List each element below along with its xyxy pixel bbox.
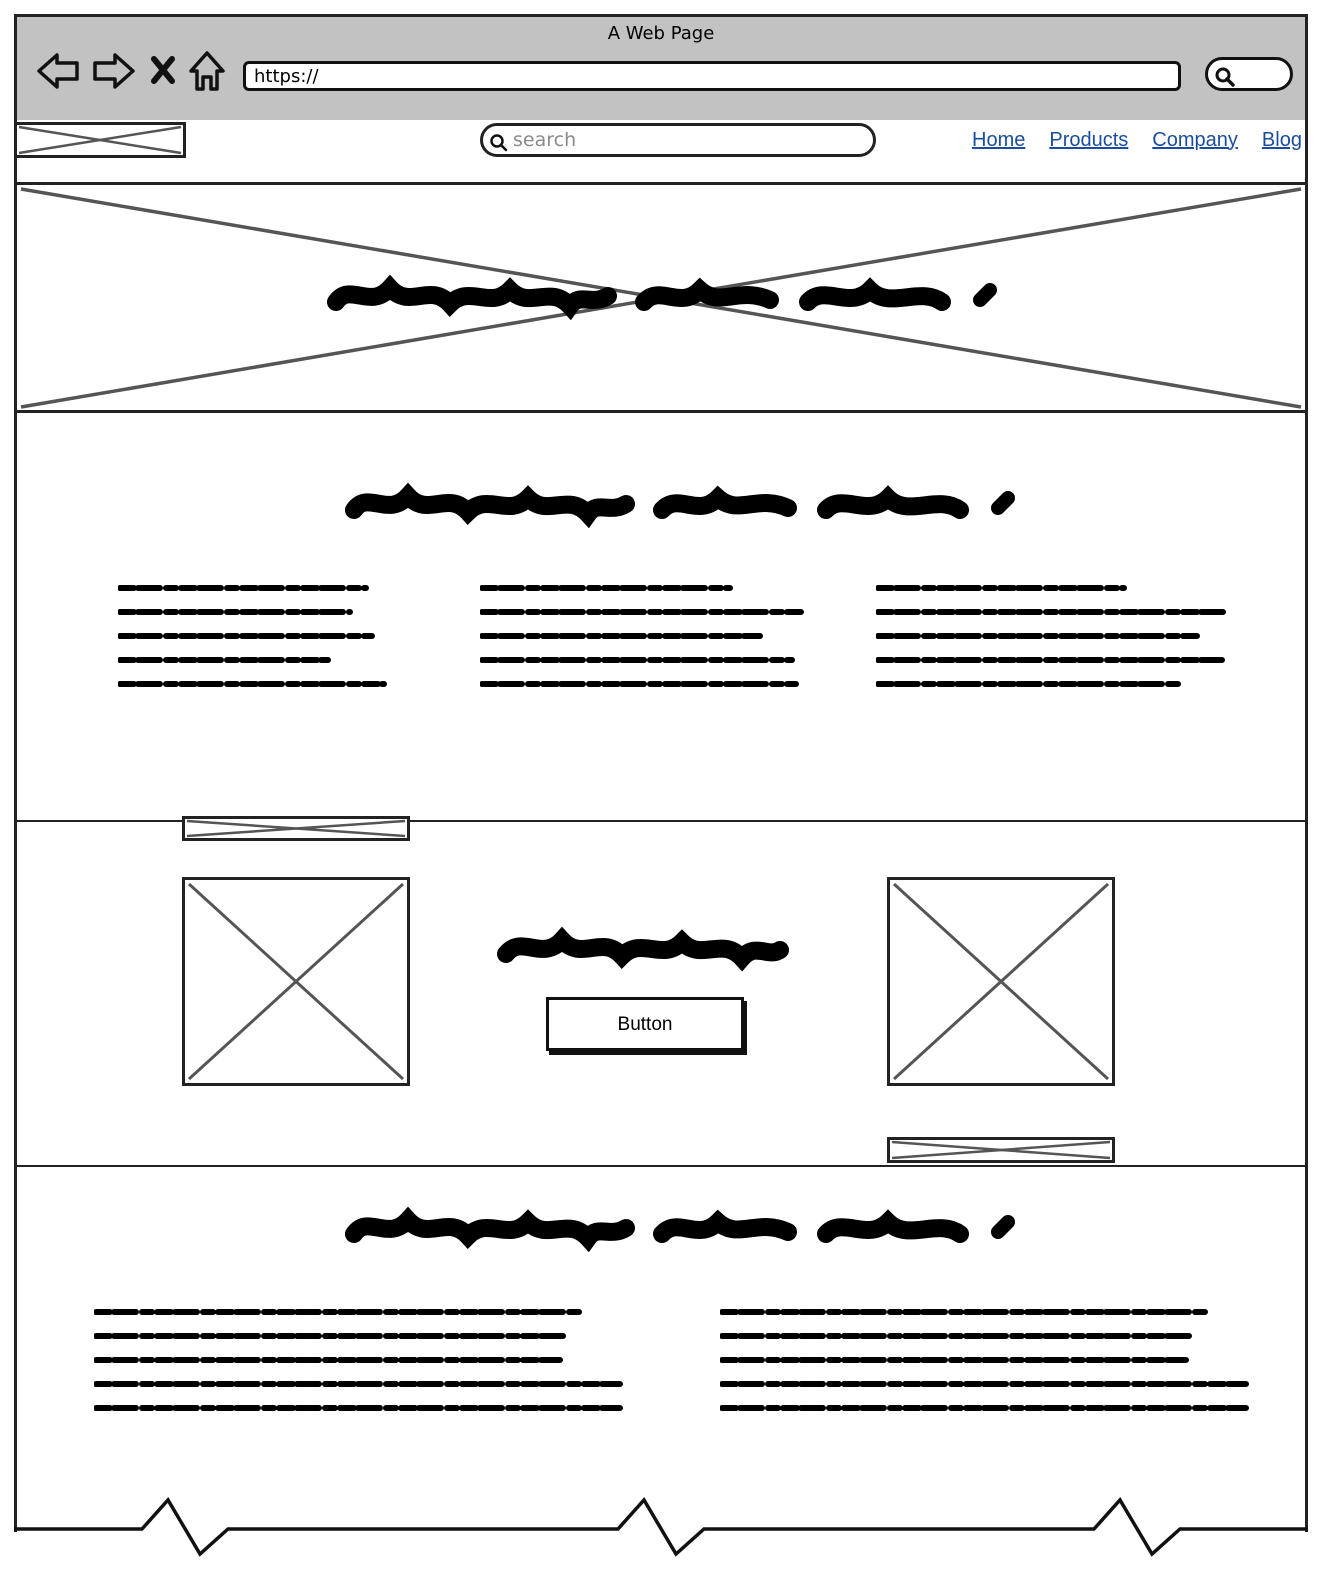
text-block-scribble [480, 580, 806, 692]
torn-page-edge [0, 1490, 1327, 1570]
main-nav: Home Products Company Blog [960, 124, 1308, 156]
back-arrow-icon[interactable] [35, 49, 83, 93]
logo-placeholder[interactable] [14, 122, 186, 158]
section-divider [14, 1165, 1308, 1167]
cta-button[interactable]: Button [546, 997, 744, 1051]
close-icon[interactable] [145, 49, 181, 93]
text-block-scribble [876, 580, 1230, 692]
image-caption-placeholder [887, 1137, 1115, 1163]
forward-arrow-icon[interactable] [89, 49, 137, 93]
browser-search-field[interactable] [1205, 57, 1293, 91]
nav-link-products[interactable]: Products [1037, 129, 1140, 152]
window-title: A Web Page [607, 23, 715, 44]
site-search-input[interactable]: search [480, 123, 876, 157]
browser-chrome: A Web Page https:// [14, 14, 1308, 120]
text-block-scribble [94, 1304, 624, 1416]
section-heading-scribble [345, 1206, 1015, 1254]
section-heading-scribble [345, 482, 1015, 530]
image-placeholder [182, 877, 410, 1086]
text-block-scribble [118, 580, 388, 692]
text-block-scribble [720, 1304, 1250, 1416]
image-placeholder [887, 877, 1115, 1086]
nav-link-company[interactable]: Company [1140, 129, 1250, 152]
search-icon [490, 134, 508, 152]
home-icon[interactable] [185, 49, 229, 93]
cta-heading-scribble [497, 926, 789, 972]
search-icon [1215, 67, 1235, 87]
url-bar[interactable]: https:// [243, 61, 1181, 91]
nav-link-home[interactable]: Home [960, 129, 1037, 152]
hero-headline-scribble [327, 274, 997, 322]
search-placeholder: search [513, 129, 577, 151]
image-caption-placeholder [182, 816, 410, 841]
nav-link-blog[interactable]: Blog [1250, 129, 1308, 152]
